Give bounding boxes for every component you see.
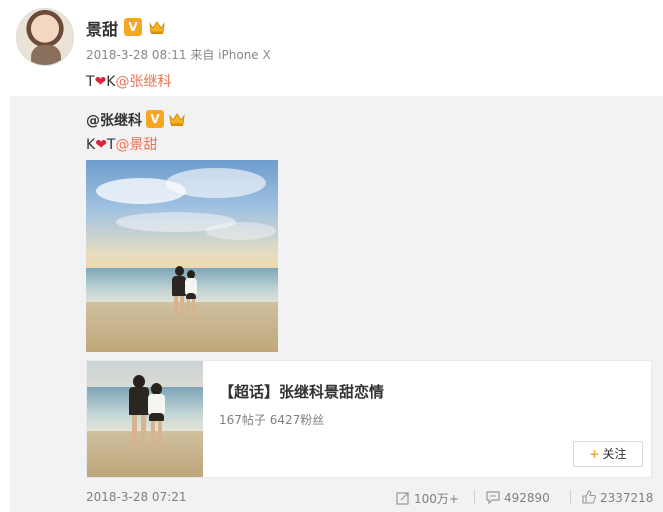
topic-title[interactable]: 【超话】张继科景甜恋情	[219, 381, 384, 402]
person-dark-shirt	[172, 276, 186, 296]
heart-icon: ❤	[95, 137, 107, 153]
crown-icon	[169, 113, 185, 126]
person-legs	[192, 299, 195, 317]
person-legs	[158, 421, 162, 447]
author-avatar[interactable]	[16, 8, 74, 66]
post-source[interactable]: iPhone X	[218, 48, 271, 62]
repost-footer: 2018-3-28 07:21 100万+ 492890 2337218	[86, 488, 656, 508]
divider	[474, 490, 475, 504]
comment-count: 492890	[504, 491, 550, 505]
follow-label: 关注	[602, 447, 627, 461]
like-count: 2337218	[600, 491, 654, 505]
repost-text-before: K	[86, 137, 96, 153]
follow-button[interactable]: + 关注	[573, 441, 643, 467]
person-head	[175, 266, 184, 276]
repost-icon	[396, 492, 409, 505]
verified-v-icon: V	[146, 110, 164, 128]
repost-action[interactable]: 100万+	[396, 490, 459, 507]
source-prefix: 来自	[190, 48, 215, 62]
person-legs	[132, 415, 137, 447]
person-legs	[187, 299, 190, 317]
person-shorts	[149, 413, 164, 421]
topic-thumbnail	[87, 361, 203, 477]
topic-stats: 167帖子 6427粉丝	[219, 413, 325, 427]
repost-count: 100万+	[414, 492, 459, 506]
like-icon	[582, 490, 596, 504]
comment-action[interactable]: 492890	[486, 490, 550, 505]
repost-timestamp[interactable]: 2018-3-28 07:21	[86, 490, 187, 504]
person-dark-shirt	[129, 387, 149, 415]
author-name[interactable]: 景甜	[86, 16, 118, 40]
photo-cloud	[206, 222, 276, 240]
person-white-shirt	[185, 278, 197, 294]
post-meta: 2018-3-28 08:11 来自 iPhone X	[86, 46, 271, 63]
beach-photo[interactable]	[86, 160, 278, 352]
post-text: T❤K@张继科	[86, 71, 171, 91]
divider	[570, 490, 571, 504]
plus-icon: +	[589, 447, 600, 461]
avatar-figure	[31, 45, 61, 65]
person-legs	[151, 421, 155, 447]
like-action[interactable]: 2337218	[582, 490, 653, 505]
super-topic-card[interactable]: 【超话】张继科景甜恋情 167帖子 6427粉丝 + 关注	[86, 360, 652, 478]
crown-icon	[149, 21, 165, 34]
heart-icon: ❤	[94, 74, 107, 90]
photo-cloud	[166, 168, 266, 198]
person-white-shirt	[148, 394, 165, 414]
mention-link[interactable]: @张继科	[115, 74, 171, 90]
comment-icon	[486, 491, 500, 504]
post-timestamp[interactable]: 2018-3-28 08:11	[86, 48, 187, 62]
person-legs	[141, 415, 146, 447]
person-legs	[180, 296, 184, 316]
verified-v-icon: V	[124, 18, 142, 36]
repost-text: K❤T@景甜	[86, 134, 157, 154]
mention-link[interactable]: @景甜	[115, 137, 157, 153]
person-legs	[174, 296, 178, 316]
post-text-before: T	[86, 74, 95, 90]
repost-author[interactable]: @张继科	[86, 110, 142, 130]
repost-container: @张继科 V K❤T@景甜 【超话】张继科景甜恋情 167帖子 6427粉丝 +…	[10, 96, 663, 512]
